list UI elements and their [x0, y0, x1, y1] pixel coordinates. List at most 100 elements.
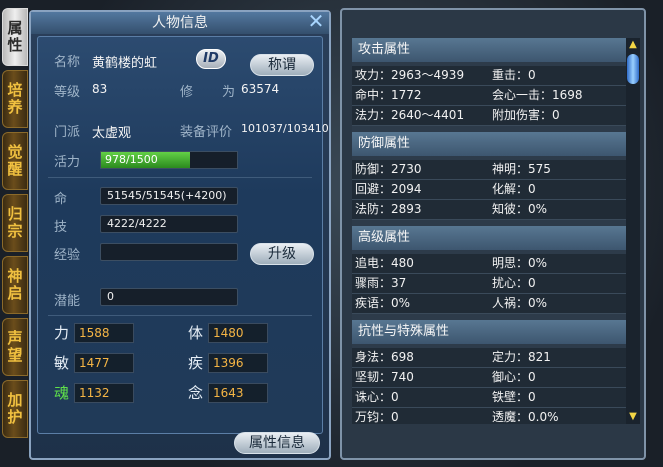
divider	[48, 315, 312, 316]
stat-speed-label: 疾	[188, 354, 204, 372]
attribute-row: 追电：480 明思：0%	[352, 254, 626, 274]
section-header: 防御属性	[352, 132, 626, 156]
upgrade-button[interactable]: 升级	[250, 243, 314, 265]
attribute-cell: 定力：821	[492, 350, 551, 364]
vitality-value: 978/1500	[105, 153, 158, 166]
attribute-cell: 知彼：0%	[492, 202, 548, 216]
stat-speed-value: 1396	[208, 353, 268, 373]
attribute-list[interactable]: 攻击属性攻力：2963～4939 重击：0 命中：1772 会心一击：1698 法力：2…	[352, 38, 626, 424]
scroll-up-icon[interactable]: ▲	[626, 38, 640, 52]
attribute-info-button[interactable]: 属性信息	[234, 432, 320, 454]
stat-strength-value: 1588	[74, 323, 134, 343]
attribute-cell: 神明：575	[492, 162, 551, 176]
attribute-row: 身法：698 定力：821	[352, 348, 626, 368]
attribute-detail-panel: 攻击属性攻力：2963～4939 重击：0 命中：1772 会心一击：1698 法力：2…	[340, 8, 646, 460]
divider	[48, 177, 312, 178]
attribute-row: 命中：1772 会心一击：1698	[352, 86, 626, 106]
attribute-row: 坚韧：740 御心：0	[352, 368, 626, 388]
attribute-cell: 骤雨：37	[355, 276, 407, 290]
stat-soul-value: 1132	[74, 383, 134, 403]
tab-return-sect[interactable]: 归宗	[2, 194, 28, 252]
hp-label: 命	[54, 192, 68, 207]
skill-label: 技	[54, 220, 68, 235]
attribute-row: 法力：2640～4401 附加伤害：0	[352, 106, 626, 126]
attribute-cell: 防御：2730	[355, 162, 422, 176]
cultivation-label-1: 修	[180, 85, 194, 100]
name-label: 名称	[54, 55, 81, 70]
exp-label: 经验	[54, 248, 81, 263]
tab-reputation[interactable]: 声望	[2, 318, 28, 376]
skill-field: 4222/4222	[100, 215, 238, 233]
attribute-cell: 重击：0	[492, 68, 536, 82]
attribute-cell: 疾语：0%	[355, 296, 411, 310]
attribute-cell: 命中：1772	[355, 88, 422, 102]
stat-agility-label: 敏	[54, 354, 70, 372]
id-badge-icon[interactable]: ID	[196, 49, 226, 69]
tab-cultivate[interactable]: 培养	[2, 70, 28, 128]
attribute-cell: 附加伤害：0	[492, 108, 560, 122]
title-button[interactable]: 称谓	[250, 54, 314, 76]
equip-rating-label: 装备评价	[180, 125, 233, 140]
stat-mind-label: 念	[188, 384, 204, 402]
character-name: 黄鹤楼的虹	[92, 56, 158, 71]
level-label: 等级	[54, 85, 81, 100]
attribute-cell: 铁壁：0	[492, 390, 536, 404]
sect-value: 太虚观	[92, 126, 132, 141]
attribute-cell: 御心：0	[492, 370, 536, 384]
attribute-row: 骤雨：37 扰心：0	[352, 274, 626, 294]
hp-field: 51545/51545(+4200)	[100, 187, 238, 205]
stat-constitution-value: 1480	[208, 323, 268, 343]
attribute-cell: 万钧：0	[355, 410, 399, 424]
attribute-cell: 坚韧：740	[355, 370, 414, 384]
tab-divine[interactable]: 神启	[2, 256, 28, 314]
stat-agility-value: 1477	[74, 353, 134, 373]
vitality-label: 活力	[54, 155, 81, 170]
attribute-row: 防御：2730 神明：575	[352, 160, 626, 180]
attribute-cell: 化解：0	[492, 182, 536, 196]
attribute-cell: 扰心：0	[492, 276, 536, 290]
section-header: 攻击属性	[352, 38, 626, 62]
close-icon[interactable]: ✕	[305, 10, 327, 32]
attribute-cell: 法力：2640～4401	[355, 108, 465, 122]
cultivation-label-2: 为	[222, 85, 236, 100]
attribute-row: 疾语：0% 人祸：0%	[352, 294, 626, 314]
stat-soul-label: 魂	[54, 384, 70, 402]
attribute-row: 攻力：2963～4939 重击：0	[352, 66, 626, 86]
section-header: 抗性与特殊属性	[352, 320, 626, 344]
attribute-cell: 透魔：0.0%	[492, 410, 559, 424]
attribute-cell: 攻力：2963～4939	[355, 68, 465, 82]
attribute-cell: 法防：2893	[355, 202, 422, 216]
attribute-cell: 会心一击：1698	[492, 88, 583, 102]
potential-label: 潜能	[54, 294, 81, 309]
character-info-panel: 人物信息 ✕ 名称 黄鹤楼的虹 ID 称谓 等级 83 修 为 63574 门派…	[29, 10, 331, 460]
attribute-cell: 回避：2094	[355, 182, 422, 196]
scrollbar[interactable]: ▲ ▼	[626, 38, 640, 424]
cultivation-value: 63574	[241, 82, 280, 96]
stat-strength-label: 力	[54, 324, 70, 342]
tab-awaken[interactable]: 觉醒	[2, 132, 28, 190]
stat-constitution-label: 体	[188, 324, 204, 342]
sect-label: 门派	[54, 125, 81, 140]
attribute-cell: 身法：698	[355, 350, 414, 364]
scroll-thumb[interactable]	[627, 54, 639, 84]
panel-title: 人物信息	[31, 12, 329, 34]
character-details: 名称 黄鹤楼的虹 ID 称谓 等级 83 修 为 63574 门派 太虚观 装备…	[37, 36, 329, 434]
level-value: 83	[92, 82, 108, 96]
attribute-row: 回避：2094 化解：0	[352, 180, 626, 200]
exp-field	[100, 243, 238, 261]
vitality-bar: 978/1500	[100, 151, 238, 169]
attribute-row: 万钧：0 透魔：0.0%	[352, 408, 626, 424]
attribute-cell: 诛心：0	[355, 390, 399, 404]
attribute-cell: 人祸：0%	[492, 296, 548, 310]
section-header: 高级属性	[352, 226, 626, 250]
attribute-cell: 明思：0%	[492, 256, 548, 270]
tab-attributes[interactable]: 属性	[2, 8, 28, 66]
tab-protection[interactable]: 加护	[2, 380, 28, 438]
scroll-down-icon[interactable]: ▼	[626, 410, 640, 424]
stat-mind-value: 1643	[208, 383, 268, 403]
attribute-cell: 追电：480	[355, 256, 414, 270]
equip-rating-value: 101037/103410	[241, 122, 329, 135]
attribute-row: 法防：2893 知彼：0%	[352, 200, 626, 220]
attribute-row: 诛心：0 铁壁：0	[352, 388, 626, 408]
potential-field: 0	[100, 288, 238, 306]
